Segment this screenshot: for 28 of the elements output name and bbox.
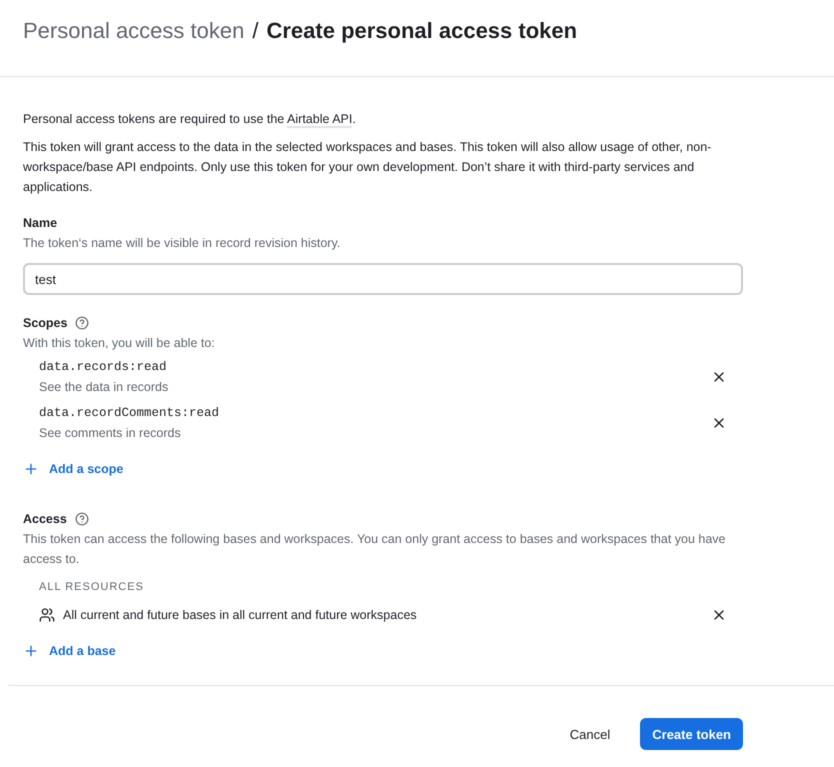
add-base-button[interactable]: Add a base [23, 641, 116, 661]
api-link[interactable]: Airtable API [287, 112, 352, 128]
name-label: Name [23, 215, 58, 232]
resource-label: All current and future bases in all current and future workspaces [63, 607, 417, 624]
help-icon[interactable] [75, 316, 90, 330]
scope-description: See the data in records [39, 379, 168, 396]
plus-icon [23, 461, 39, 477]
breadcrumb-link[interactable]: Personal access token [23, 18, 244, 44]
people-icon [39, 607, 55, 623]
description-text: This token will grant access to the data in the selected workspaces and bases. This token will also allow usage of other, non-workspace/base API endpoints. Only use this token for your own development. Don’t share it with third-party services and applications. [23, 139, 712, 196]
access-hint: This token can access the following bases and workspaces. You can only grant access to bases and workspaces that you have access to. [23, 531, 726, 568]
add-scope-button[interactable]: Add a scope [23, 459, 124, 479]
scope-name: data.recordComments:read [39, 405, 220, 422]
breadcrumb-separator: / [252, 18, 258, 44]
help-icon[interactable] [74, 512, 89, 526]
group-heading: ALL RESOURCES [39, 580, 145, 595]
scope-description: See comments in records [39, 425, 182, 442]
intro-text: Personal access tokens are required to use the Airtable API. [23, 111, 357, 129]
create-token-button[interactable]: Create token [640, 718, 743, 750]
name-input-field[interactable]: test [23, 263, 743, 295]
access-label: Access [23, 511, 67, 528]
page-title: Create personal access token [266, 18, 578, 44]
scopes-hint: With this token, you will be able to: [23, 335, 216, 352]
name-hint: The token‘s name will be visible in record revision history. [23, 235, 342, 252]
cancel-button[interactable]: Cancel [564, 726, 616, 742]
scopes-label: Scopes [23, 315, 68, 332]
plus-icon [23, 643, 39, 659]
scope-name: data.records:read [39, 359, 168, 376]
